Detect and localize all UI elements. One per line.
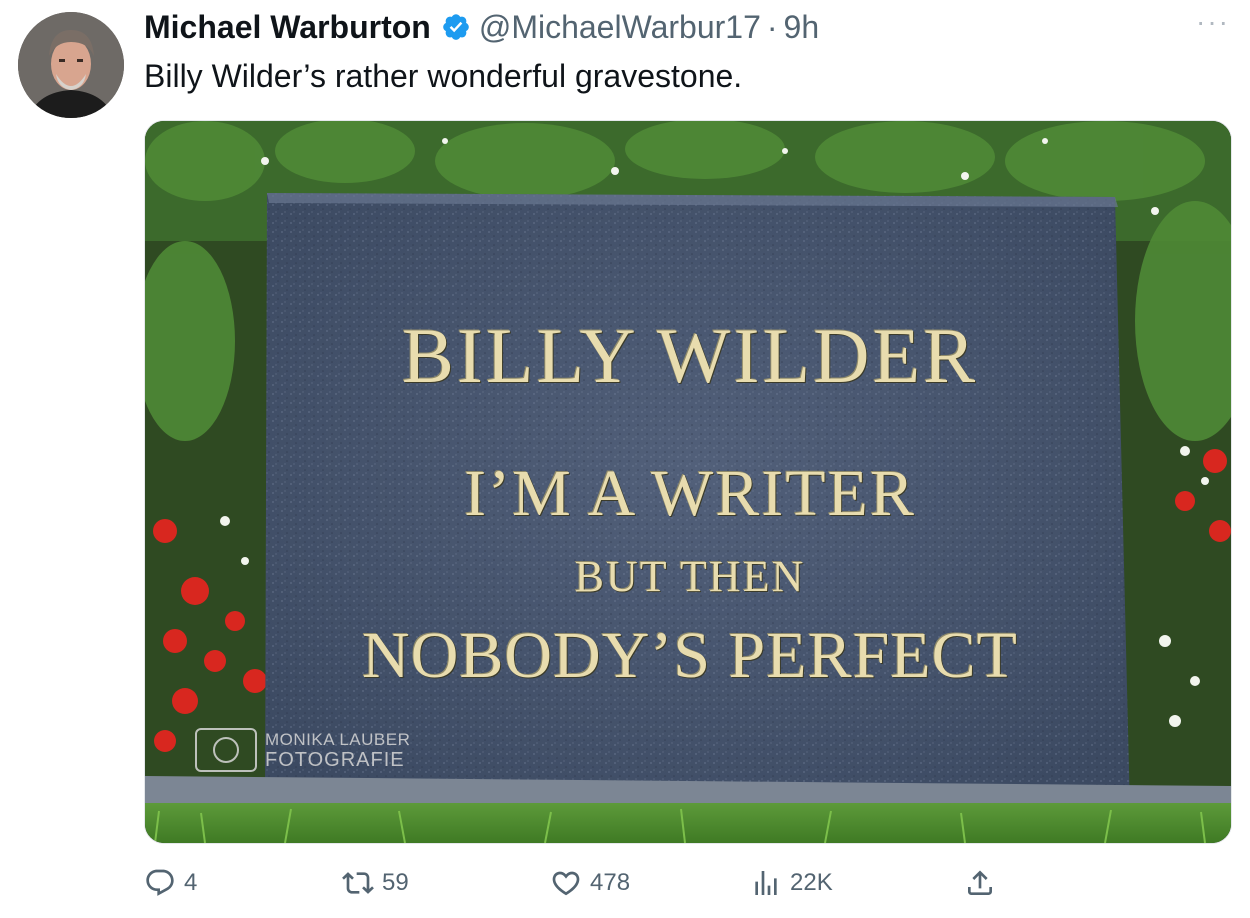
tweet-image[interactable]: BILLY WILDER I’M A WRITER BUT THEN NOBOD… <box>144 120 1232 844</box>
watermark-bottom: FOTOGRAFIE <box>265 749 405 771</box>
more-icon[interactable]: ··· <box>1196 8 1230 36</box>
gravestone-name: BILLY WILDER <box>401 312 979 399</box>
repost-button[interactable]: 59 <box>342 862 409 904</box>
photo-watermark: MONIKA LAUBER FOTOGRAFIE <box>195 725 410 775</box>
avatar[interactable] <box>18 12 124 118</box>
epitaph-line-3: NOBODY’S PERFECT <box>362 619 1018 692</box>
reply-count: 4 <box>184 869 198 896</box>
camera-icon <box>195 728 257 772</box>
reply-button[interactable]: 4 <box>144 862 197 904</box>
separator-dot: · <box>766 8 778 45</box>
repost-count: 59 <box>382 869 409 896</box>
share-button[interactable] <box>964 862 1004 904</box>
views-button[interactable]: 22K <box>750 862 833 904</box>
verified-badge-icon <box>441 12 471 42</box>
reply-icon <box>146 869 174 896</box>
avatar-portrait <box>18 12 124 118</box>
tweet-header: Michael Warburton @MichaelWarbur17 · 9h … <box>144 6 1230 48</box>
views-icon <box>755 871 777 895</box>
author-handle[interactable]: @MichaelWarbur17 <box>479 9 761 46</box>
epitaph-line-1: I’M A WRITER <box>464 457 916 530</box>
tweet-text: Billy Wilder’s rather wonderful gravesto… <box>144 58 743 94</box>
watermark-top: MONIKA LAUBER <box>265 730 411 749</box>
repost-icon <box>342 872 374 894</box>
like-icon <box>552 871 580 896</box>
author-name[interactable]: Michael Warburton <box>144 9 431 46</box>
timestamp[interactable]: 9h <box>784 9 820 46</box>
views-count: 22K <box>790 869 833 896</box>
like-button[interactable]: 478 <box>550 862 630 904</box>
tweet-actions: 4 59 478 22K <box>144 862 1004 904</box>
share-icon <box>968 870 992 895</box>
epitaph-line-2: BUT THEN <box>574 552 806 601</box>
like-count: 478 <box>590 869 631 896</box>
